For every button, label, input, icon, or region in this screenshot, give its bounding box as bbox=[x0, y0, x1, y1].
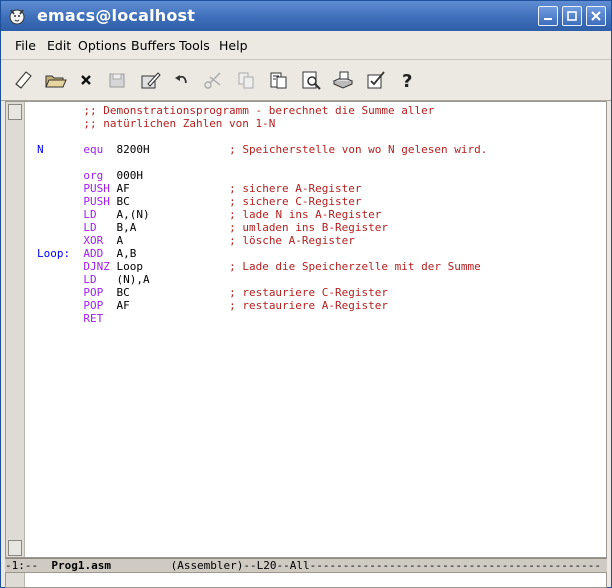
code-text: ;; Demonstrationsprogramm - berechnet di… bbox=[37, 104, 487, 325]
asm-comment: ; lösche A-Register bbox=[229, 234, 355, 247]
asm-label: N bbox=[37, 143, 44, 156]
code-line: POP BC ; restauriere C-Register bbox=[37, 286, 487, 299]
emacs-gnu-icon bbox=[9, 9, 25, 25]
code-line: DJNZ Loop ; Lade die Speicherzelle mit d… bbox=[37, 260, 487, 273]
asm-mnemonic: DJNZ bbox=[83, 260, 110, 273]
asm-operands: (N),A bbox=[116, 273, 150, 286]
menu-buffers[interactable]: Buffers bbox=[131, 38, 175, 53]
code-line: PUSH AF ; sichere A-Register bbox=[37, 182, 487, 195]
code-line: POP AF ; restauriere A-Register bbox=[37, 299, 487, 312]
asm-comment: ; lade N ins A-Register bbox=[229, 208, 382, 221]
code-line: N equ 8200H ; Speicherstelle von wo N ge… bbox=[37, 143, 487, 156]
asm-mnemonic: XOR bbox=[83, 234, 104, 247]
open-folder-icon[interactable] bbox=[43, 68, 67, 92]
scrollbar-bottom-handle[interactable] bbox=[8, 540, 22, 556]
code-line: LD A,(N) ; lade N ins A-Register bbox=[37, 208, 487, 221]
menu-tools[interactable]: Tools bbox=[179, 38, 210, 53]
asm-mnemonic: LD bbox=[83, 221, 97, 234]
asm-operands: B,A bbox=[116, 221, 137, 234]
minibuffer-scrollbar[interactable] bbox=[6, 573, 25, 587]
menu-edit[interactable]: Edit bbox=[47, 38, 71, 53]
svg-text:?: ? bbox=[402, 71, 412, 92]
new-file-icon[interactable] bbox=[11, 68, 35, 92]
asm-mnemonic: PUSH bbox=[83, 182, 110, 195]
asm-mnemonic: LD bbox=[83, 208, 97, 221]
cut-icon[interactable] bbox=[201, 68, 225, 92]
modeline-status: (Assembler)--L20--All-------------------… bbox=[110, 559, 602, 572]
save-as-icon[interactable] bbox=[138, 68, 162, 92]
asm-operands: A bbox=[116, 234, 124, 247]
minibuffer[interactable] bbox=[5, 572, 607, 588]
close-icon bbox=[591, 11, 601, 21]
menu-options[interactable]: Options bbox=[78, 38, 126, 53]
asm-operands: AF bbox=[116, 299, 130, 312]
asm-mnemonic: POP bbox=[83, 286, 104, 299]
code-buffer[interactable]: ;; Demonstrationsprogramm - berechnet di… bbox=[25, 102, 606, 557]
asm-mnemonic: org bbox=[83, 169, 104, 182]
undo-icon[interactable] bbox=[170, 68, 194, 92]
code-line: RET bbox=[37, 312, 487, 325]
print-icon[interactable] bbox=[331, 68, 355, 92]
asm-comment: ; sichere A-Register bbox=[229, 182, 362, 195]
editor-frame: ;; Demonstrationsprogramm - berechnet di… bbox=[5, 101, 607, 558]
vertical-scrollbar[interactable] bbox=[6, 102, 25, 557]
asm-label: Loop: bbox=[37, 247, 71, 260]
preferences-icon[interactable] bbox=[364, 68, 388, 92]
asm-mnemonic: PUSH bbox=[83, 195, 110, 208]
asm-operands: A,(N) bbox=[116, 208, 150, 221]
menu-help[interactable]: Help bbox=[219, 38, 248, 53]
code-line: ;; Demonstrationsprogramm - berechnet di… bbox=[37, 104, 487, 117]
code-line: org 000H bbox=[37, 169, 487, 182]
close-buffer-icon[interactable] bbox=[74, 68, 98, 92]
minimize-icon bbox=[544, 18, 552, 20]
asm-mnemonic: POP bbox=[83, 299, 104, 312]
help-icon[interactable]: ? bbox=[395, 68, 419, 92]
mode-line[interactable]: -1:-- Prog1.asm (Assembler)--L20--All---… bbox=[5, 558, 607, 572]
code-line: PUSH BC ; sichere C-Register bbox=[37, 195, 487, 208]
copy-icon[interactable] bbox=[234, 68, 258, 92]
code-line: LD B,A ; umladen ins B-Register bbox=[37, 221, 487, 234]
asm-mnemonic: LD bbox=[83, 273, 97, 286]
title-bar[interactable]: emacs@localhost bbox=[1, 1, 611, 31]
asm-comment: ; restauriere C-Register bbox=[229, 286, 389, 299]
modeline-prefix: -1:-- bbox=[5, 559, 52, 572]
asm-mnemonic: ADD bbox=[83, 247, 104, 260]
close-button[interactable] bbox=[586, 6, 606, 26]
asm-operands: 000H bbox=[116, 169, 143, 182]
asm-comment: ; Lade die Speicherzelle mit der Summe bbox=[229, 260, 481, 273]
asm-operands: BC bbox=[116, 195, 130, 208]
maximize-button[interactable] bbox=[562, 6, 582, 26]
asm-operands: 8200H bbox=[116, 143, 150, 156]
code-line: XOR A ; lösche A-Register bbox=[37, 234, 487, 247]
search-icon[interactable] bbox=[299, 68, 323, 92]
maximize-icon bbox=[567, 11, 577, 21]
asm-operands: AF bbox=[116, 182, 130, 195]
modeline-buffer-name: Prog1.asm bbox=[51, 559, 111, 572]
tool-bar: ? bbox=[1, 60, 611, 101]
asm-comment: ; restauriere A-Register bbox=[229, 299, 389, 312]
code-line: LD (N),A bbox=[37, 273, 487, 286]
asm-operands: A,B bbox=[116, 247, 137, 260]
asm-comment: ;; Demonstrationsprogramm - berechnet di… bbox=[83, 104, 435, 117]
asm-operands: BC bbox=[116, 286, 130, 299]
asm-comment: ; umladen ins B-Register bbox=[229, 221, 389, 234]
asm-comment: ; Speicherstelle von wo N gelesen wird. bbox=[229, 143, 488, 156]
asm-mnemonic: RET bbox=[83, 312, 104, 325]
code-line: Loop: ADD A,B bbox=[37, 247, 487, 260]
paste-icon[interactable] bbox=[266, 68, 290, 92]
menu-bar: File Edit Options Buffers Tools Help bbox=[1, 32, 611, 60]
code-line: ;; natürlichen Zahlen von 1-N bbox=[37, 117, 487, 130]
menu-file[interactable]: File bbox=[15, 38, 36, 53]
emacs-window: emacs@localhost File Edit Options Buffer… bbox=[0, 0, 612, 588]
asm-comment: ; sichere C-Register bbox=[229, 195, 362, 208]
minimize-button[interactable] bbox=[538, 6, 558, 26]
save-disk-icon[interactable] bbox=[105, 68, 129, 92]
window-title: emacs@localhost bbox=[37, 6, 196, 25]
asm-mnemonic: equ bbox=[83, 143, 104, 156]
asm-operands: Loop bbox=[116, 260, 143, 273]
asm-comment: ;; natürlichen Zahlen von 1-N bbox=[83, 117, 276, 130]
scrollbar-thumb[interactable] bbox=[8, 104, 22, 120]
